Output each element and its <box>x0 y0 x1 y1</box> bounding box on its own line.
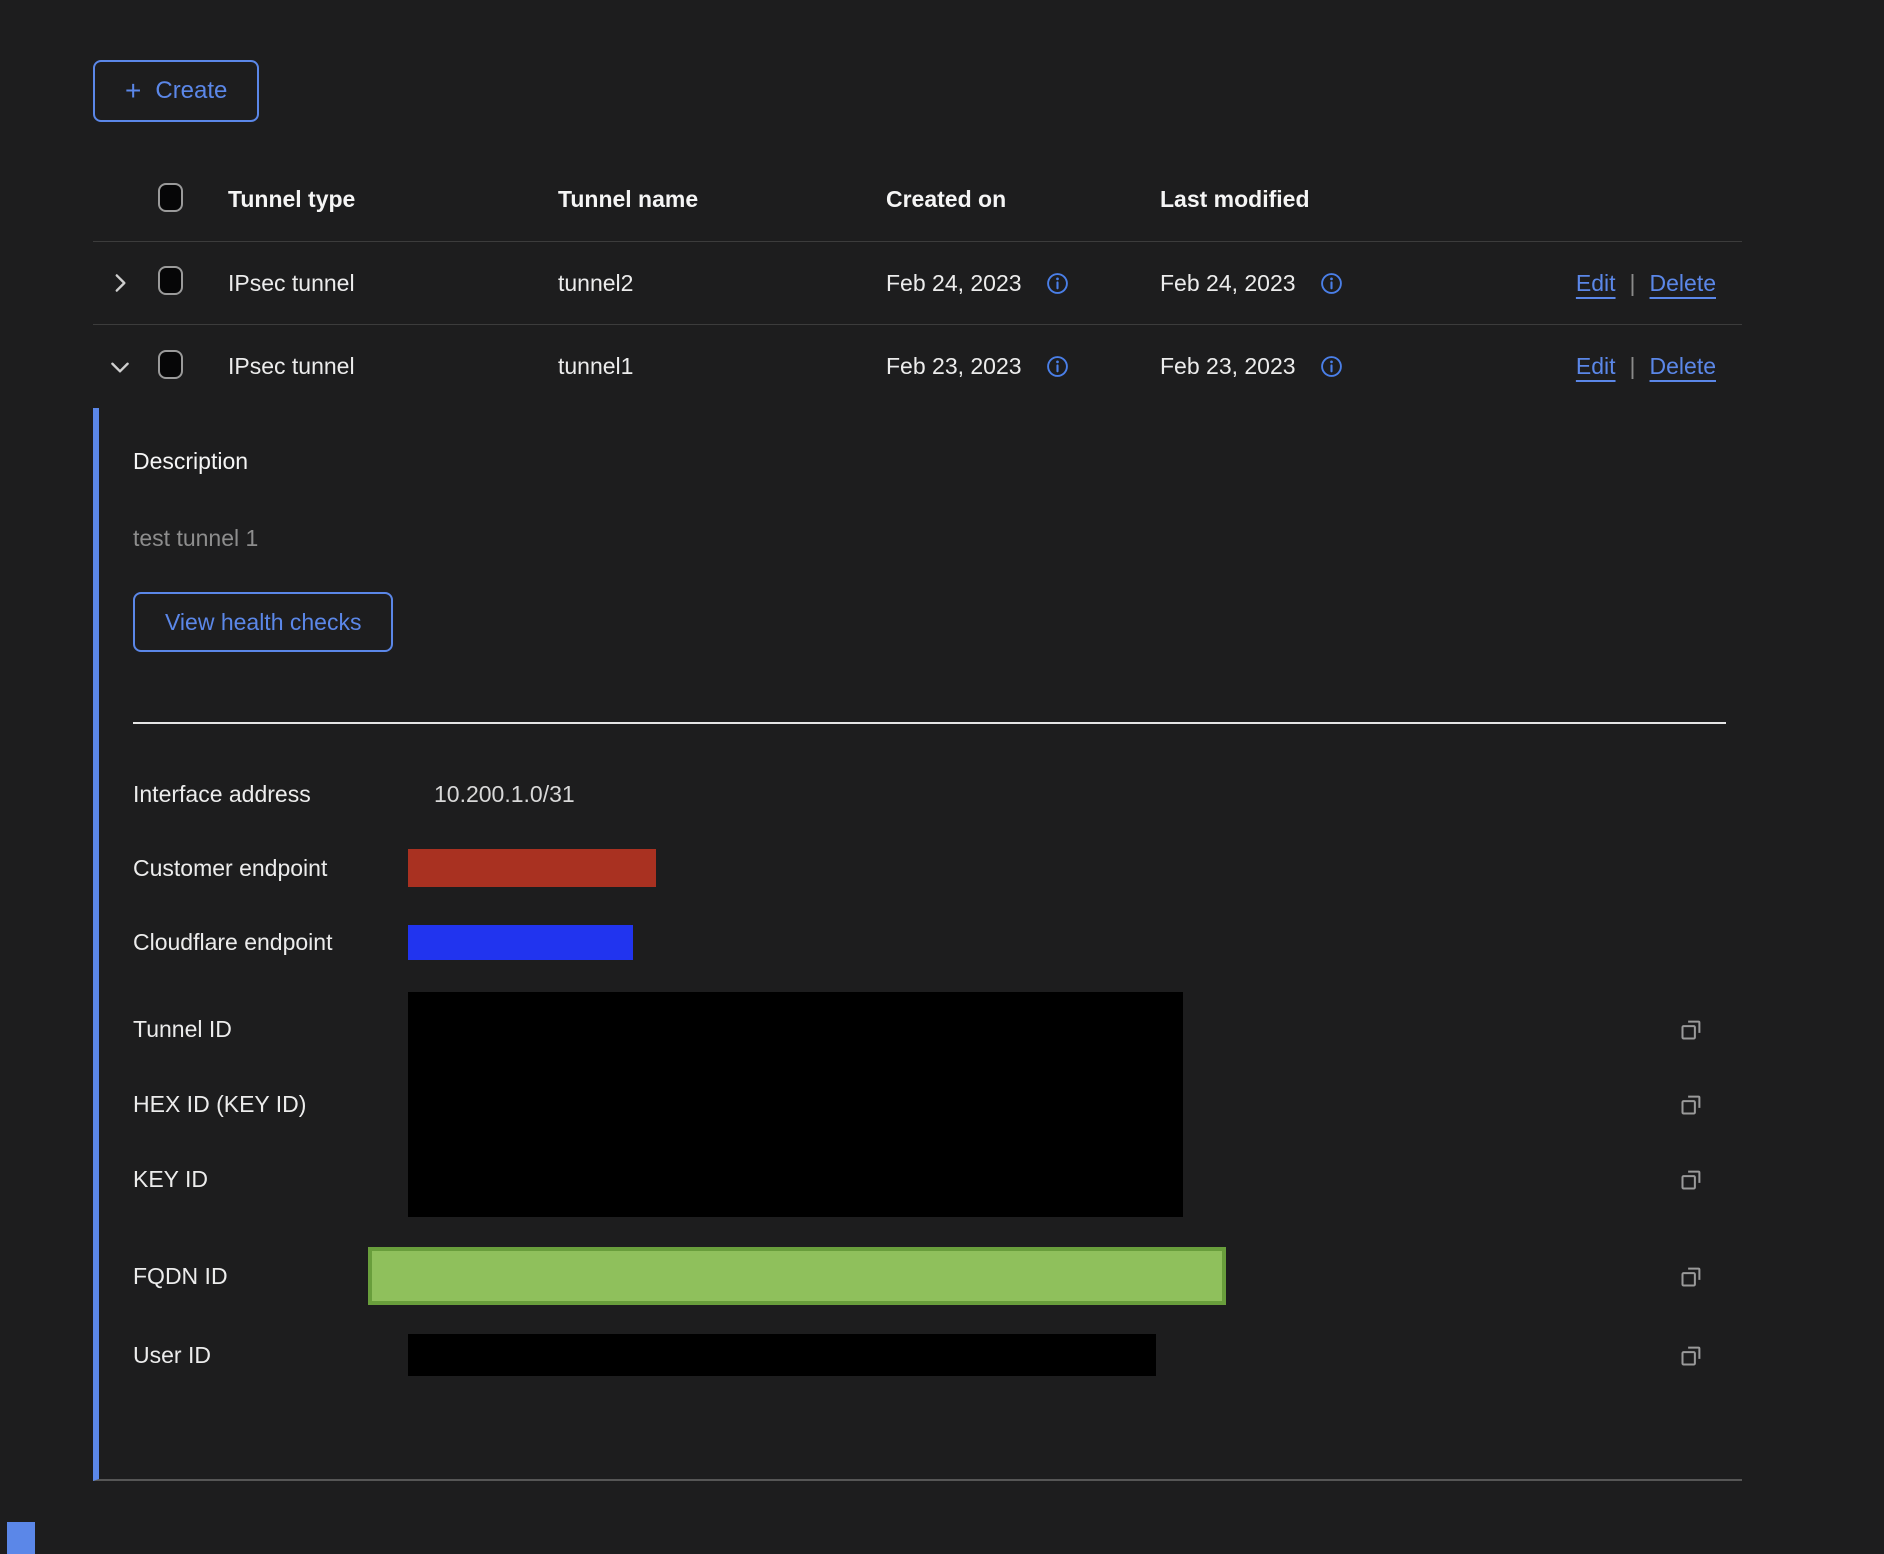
create-button[interactable]: + Create <box>93 60 259 122</box>
cloudflare-endpoint-redacted-value <box>408 925 633 960</box>
cloudflare-endpoint-label: Cloudflare endpoint <box>133 929 408 956</box>
collapse-chevron-down-icon[interactable] <box>103 350 137 384</box>
page-content: + Create Tunnel type Tunnel name Created… <box>93 60 1742 1481</box>
info-icon[interactable] <box>1320 355 1343 378</box>
delete-link[interactable]: Delete <box>1650 353 1716 380</box>
bottom-left-accent-bar <box>7 1522 35 1554</box>
fqdn-id-row: FQDN ID <box>133 1247 1726 1305</box>
tunnel-name-cell: tunnel1 <box>558 353 886 380</box>
copy-icon[interactable] <box>1678 1166 1705 1193</box>
table-row-tunnel1: IPsec tunnel tunnel1 Feb 23, 2023 Feb 23… <box>93 325 1742 408</box>
customer-endpoint-row: Customer endpoint <box>133 844 1726 892</box>
description-label: Description <box>133 448 1726 475</box>
plus-icon: + <box>125 77 141 105</box>
tunnel-fields: Interface address 10.200.1.0/31 Customer… <box>133 770 1726 1379</box>
header-created-on: Created on <box>886 186 1160 213</box>
fqdn-id-label: FQDN ID <box>133 1263 408 1290</box>
section-divider <box>133 722 1726 724</box>
action-separator: | <box>1630 270 1636 297</box>
user-id-row: User ID <box>133 1331 1726 1379</box>
header-last-modified: Last modified <box>1160 186 1453 213</box>
tunnel-type-cell: IPsec tunnel <box>228 270 558 297</box>
edit-link[interactable]: Edit <box>1576 353 1616 380</box>
tunnel-ids-block: Tunnel ID HEX ID (KEY ID) KEY ID <box>133 992 1726 1217</box>
hex-id-label: HEX ID (KEY ID) <box>133 1091 408 1118</box>
created-on-value: Feb 23, 2023 <box>886 353 1022 380</box>
tunnels-page: + Create Tunnel type Tunnel name Created… <box>0 0 1884 1554</box>
user-id-redacted-value <box>408 1334 1156 1376</box>
info-icon[interactable] <box>1320 272 1343 295</box>
cloudflare-endpoint-row: Cloudflare endpoint <box>133 918 1726 966</box>
customer-endpoint-redacted-value <box>408 849 656 887</box>
fqdn-id-redacted-value <box>368 1247 1226 1305</box>
copy-icon[interactable] <box>1678 1342 1705 1369</box>
delete-link[interactable]: Delete <box>1650 270 1716 297</box>
interface-address-value: 10.200.1.0/31 <box>408 781 575 808</box>
header-tunnel-type: Tunnel type <box>228 186 558 213</box>
description-text: test tunnel 1 <box>133 525 1726 552</box>
row-checkbox[interactable] <box>158 350 183 379</box>
create-button-label: Create <box>155 77 227 105</box>
last-modified-value: Feb 23, 2023 <box>1160 353 1296 380</box>
table-row-tunnel2: IPsec tunnel tunnel2 Feb 24, 2023 Feb 24… <box>93 242 1742 325</box>
info-icon[interactable] <box>1046 272 1069 295</box>
header-tunnel-name: Tunnel name <box>558 186 886 213</box>
last-modified-value: Feb 24, 2023 <box>1160 270 1296 297</box>
copy-icon[interactable] <box>1678 1016 1705 1043</box>
action-separator: | <box>1630 353 1636 380</box>
customer-endpoint-label: Customer endpoint <box>133 855 408 882</box>
user-id-label: User ID <box>133 1342 408 1369</box>
edit-link[interactable]: Edit <box>1576 270 1616 297</box>
tunnel-type-cell: IPsec tunnel <box>228 353 558 380</box>
interface-address-row: Interface address 10.200.1.0/31 <box>133 770 1726 818</box>
ids-redacted-value <box>408 992 1183 1217</box>
table-header-row: Tunnel type Tunnel name Created on Last … <box>93 158 1742 242</box>
tunnels-table: Tunnel type Tunnel name Created on Last … <box>93 158 1742 1481</box>
expand-chevron-right-icon[interactable] <box>103 266 137 300</box>
info-icon[interactable] <box>1046 355 1069 378</box>
tunnel-id-label: Tunnel ID <box>133 1016 408 1043</box>
copy-icon[interactable] <box>1678 1263 1705 1290</box>
created-on-value: Feb 24, 2023 <box>886 270 1022 297</box>
view-health-checks-button[interactable]: View health checks <box>133 592 393 652</box>
select-all-checkbox[interactable] <box>158 183 183 212</box>
interface-address-label: Interface address <box>133 781 408 808</box>
key-id-label: KEY ID <box>133 1166 408 1193</box>
row-checkbox[interactable] <box>158 266 183 295</box>
copy-icon[interactable] <box>1678 1091 1705 1118</box>
tunnel-name-cell: tunnel2 <box>558 270 886 297</box>
tunnel-details-panel: Description test tunnel 1 View health ch… <box>93 408 1742 1481</box>
